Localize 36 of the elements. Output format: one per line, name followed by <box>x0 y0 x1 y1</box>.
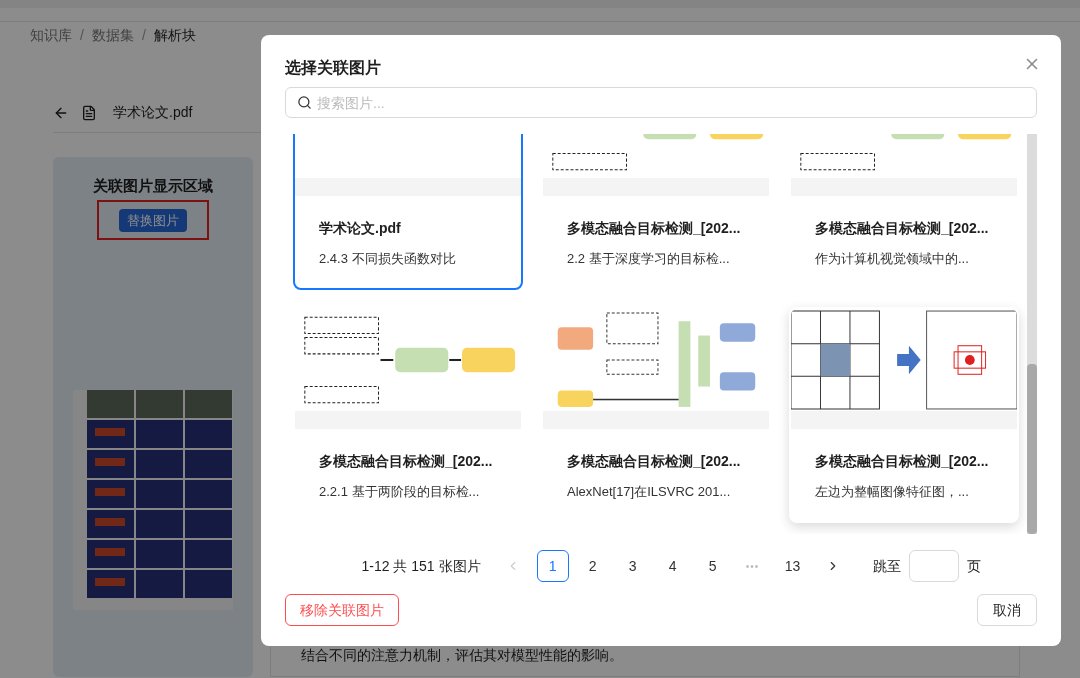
breadcrumb-item[interactable]: 解析块 <box>153 25 196 46</box>
page-button[interactable]: 13 <box>776 550 809 582</box>
card-title: 多模态融合目标检测_[202... <box>567 452 742 471</box>
card-caption: 左边为整幅图像特征图，... <box>815 483 970 501</box>
card-caption: 2.2 基于深度学习的目标检... <box>567 250 731 268</box>
card-title: 多模态融合目标检测_[202... <box>319 452 494 471</box>
jump-label: 跳至 <box>872 556 901 576</box>
pagination-summary: 1-12 共 151 张图片 <box>361 556 481 576</box>
card-title: 多模态融合目标检测_[202... <box>567 219 742 238</box>
card-title: 多模态融合目标检测_[202... <box>815 219 990 238</box>
breadcrumb-separator: / <box>141 26 146 45</box>
card-caption: 2.2.1 基于两阶段的目标检... <box>319 483 481 501</box>
card-title: 多模态融合目标检测_[202... <box>815 452 990 471</box>
modal-title: 选择关联图片 <box>285 58 381 78</box>
page-button[interactable]: 5 <box>696 550 729 582</box>
page-input[interactable] <box>908 550 959 582</box>
page-button[interactable]: 2 <box>576 550 609 582</box>
cancel-button[interactable]: 取消 <box>977 594 1037 626</box>
page-button[interactable]: 1 <box>536 550 569 582</box>
image-card[interactable]: 多模态融合目标检测_[202... 左边为整幅图像特征图，... <box>789 307 1019 523</box>
file-name: 学术论文.pdf <box>113 103 193 122</box>
panel-title: 关联图片显示区域 <box>93 176 213 196</box>
card-caption: 2.4.3 不同损失函数对比 <box>319 250 457 268</box>
search-field[interactable]: 搜索图片... <box>285 87 1037 118</box>
image-card[interactable]: 学术论文.pdf 2.4.3 不同损失函数对比 <box>293 134 523 290</box>
replace-image-button[interactable]: 替换图片 <box>119 208 187 232</box>
card-title: 学术论文.pdf <box>319 219 402 238</box>
page-button[interactable]: 4 <box>656 550 689 582</box>
card-caption: AlexNet[17]在ILSVRC 201... <box>567 483 732 501</box>
breadcrumb-separator: / <box>80 26 84 45</box>
paragraph: 结合不同的注意力机制，评估其对模型性能的影响。 <box>301 646 624 665</box>
page-suffix: 页 <box>966 556 981 576</box>
card-caption: 作为计算机视觉领域中的... <box>815 250 970 268</box>
page-button[interactable]: 3 <box>616 550 649 582</box>
search-icon <box>297 95 312 110</box>
document-icon <box>81 104 97 121</box>
